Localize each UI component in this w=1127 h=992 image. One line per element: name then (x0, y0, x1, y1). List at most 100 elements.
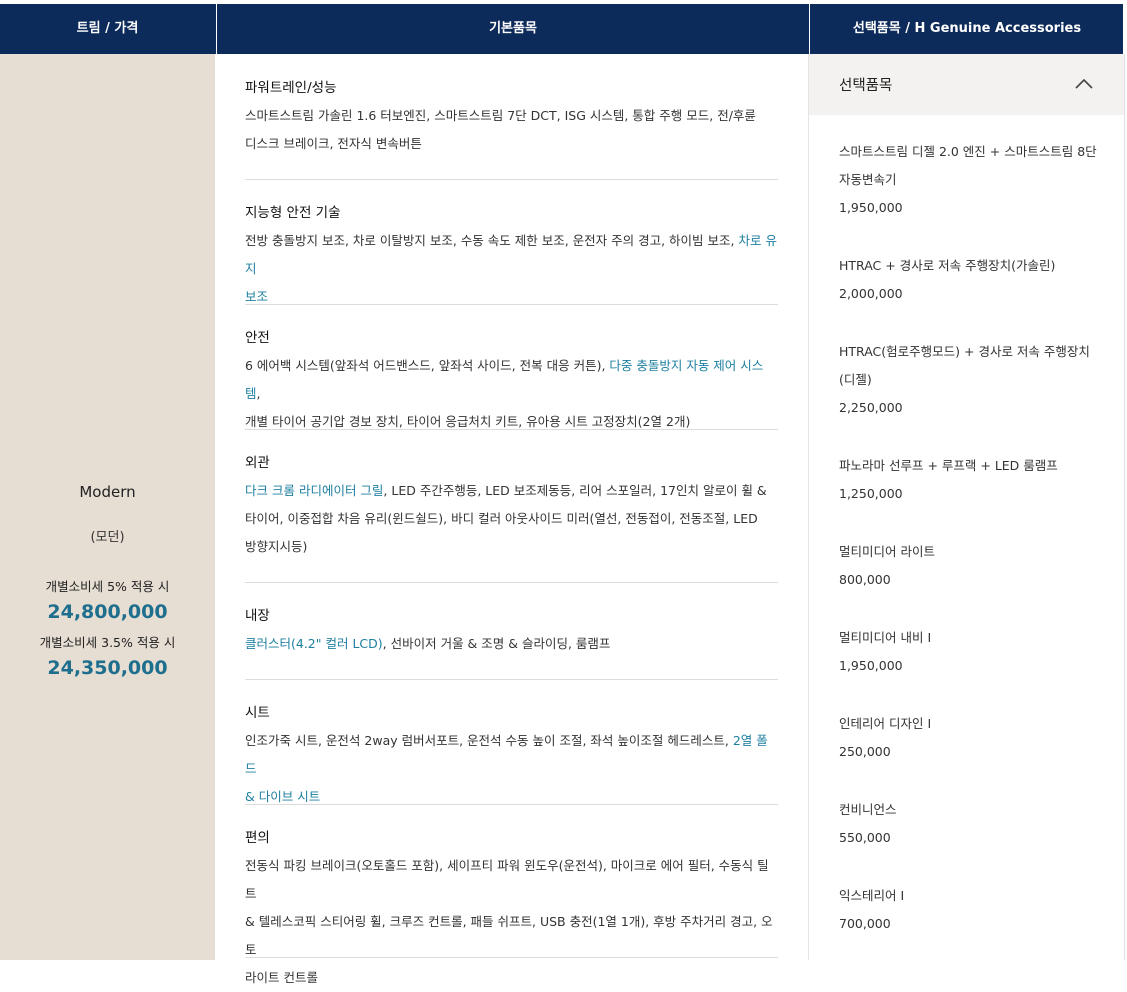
section-title: 편의 (245, 830, 270, 846)
feature-text: 디스크 브레이크, 전자식 변속버튼 (245, 136, 422, 151)
option-item[interactable]: 컨비니언스 550,000 (839, 796, 1099, 852)
option-price: 1,950,000 (839, 658, 903, 673)
option-price: 700,000 (839, 916, 891, 931)
section-body: 클러스터(4.2" 컬러 LCD), 선바이저 거울 & 조명 & 슬라이딩, … (245, 630, 778, 658)
highlighted-feature-link[interactable]: 보조 (245, 289, 268, 304)
price-5: 24,800,000 (47, 601, 168, 623)
section-line: 인조가죽 시트, 운전석 2way 럼버서포트, 운전석 수동 높이 조절, 좌… (245, 727, 778, 783)
option-price: 550,000 (839, 830, 891, 845)
header-options: 선택품목 / H Genuine Accessories (809, 4, 1124, 54)
option-item[interactable]: 스마트스트림 디젤 2.0 엔진 + 스마트스트림 8단자동변속기 1,950,0… (839, 138, 1099, 222)
option-name: 컨비니언스 (839, 802, 897, 817)
feature-text: 스마트스트림 가솔린 1.6 터보엔진, 스마트스트림 7단 DCT, ISG … (245, 108, 756, 123)
feature-text: 전동식 파킹 브레이크(오토홀드 포함), 세이프티 파워 윈도우(운전석), … (245, 858, 769, 901)
section-line: 방향지시등) (245, 533, 778, 561)
highlighted-feature-link[interactable]: & 다이브 시트 (245, 789, 320, 804)
price-3-5: 24,350,000 (47, 657, 168, 679)
section-divider (245, 679, 778, 680)
section-line: 다크 크롬 라디에이터 그릴, LED 주간주행등, LED 보조제동등, 리어… (245, 477, 778, 505)
option-item[interactable]: 멀티미디어 라이트 800,000 (839, 538, 1099, 594)
option-name: 인테리어 디자인 I (839, 716, 932, 731)
section-divider (245, 304, 778, 305)
option-item[interactable]: 익스테리어 I 700,000 (839, 882, 1099, 938)
section-title: 파워트레인/성능 (245, 80, 337, 96)
section-body: 인조가죽 시트, 운전석 2way 럼버서포트, 운전석 수동 높이 조절, 좌… (245, 727, 778, 811)
section-title: 안전 (245, 330, 270, 346)
options-title: 선택품목 (839, 78, 893, 94)
option-name: HTRAC + 경사로 저속 주행장치(가솔린) (839, 258, 1056, 273)
section-line: 클러스터(4.2" 컬러 LCD), 선바이저 거울 & 조명 & 슬라이딩, … (245, 630, 778, 658)
feature-text: 방향지시등) (245, 539, 308, 554)
options-column: 선택품목 스마트스트림 디젤 2.0 엔진 + 스마트스트림 8단자동변속기 1,… (808, 54, 1125, 960)
highlighted-feature-link[interactable]: 클러스터(4.2" 컬러 LCD) (245, 636, 383, 651)
feature-text: , LED 주간주행등, LED 보조제동등, 리어 스포일러, 17인치 알로… (383, 483, 767, 498)
option-item[interactable]: 파노라마 선루프 + 루프랙 + LED 룸램프 1,250,000 (839, 452, 1099, 508)
option-item[interactable]: HTRAC(험로주행모드) + 경사로 저속 주행장치 (디젤) 2,250,000 (839, 338, 1099, 422)
header-trim-price: 트림 / 가격 (76, 21, 139, 36)
base-section: 내장클러스터(4.2" 컬러 LCD), 선바이저 거울 & 조명 & 슬라이딩… (245, 606, 778, 658)
section-line: 보조 (245, 283, 778, 311)
option-name: 자동변속기 (839, 172, 897, 187)
trim-subtitle: (모던) (90, 530, 125, 545)
base-section: 외관 다크 크롬 라디에이터 그릴, LED 주간주행등, LED 보조제동등, … (245, 453, 778, 561)
option-name: (디젤) (839, 372, 872, 387)
section-line: 개별 타이어 공기압 경보 장치, 타이어 응급처치 키트, 유아용 시트 고정… (245, 408, 778, 436)
base-section: 시트인조가죽 시트, 운전석 2way 럼버서포트, 운전석 수동 높이 조절,… (245, 703, 778, 811)
section-divider (245, 957, 778, 958)
feature-text: 전방 충돌방지 보조, 차로 이탈방지 보조, 수동 속도 제한 보조, 운전자… (245, 233, 739, 248)
section-title: 시트 (245, 705, 270, 721)
section-body: 다크 크롬 라디에이터 그릴, LED 주간주행등, LED 보조제동등, 리어… (245, 477, 778, 561)
base-section: 편의전동식 파킹 브레이크(오토홀드 포함), 세이프티 파워 윈도우(운전석)… (245, 828, 778, 992)
option-name: 파노라마 선루프 + 루프랙 + LED 룸램프 (839, 458, 1058, 473)
feature-text: & 텔레스코픽 스티어링 휠, 크루즈 컨트롤, 패들 쉬프트, USB 충전(… (245, 914, 773, 957)
base-section: 안전 6 에어백 시스템(앞좌석 어드밴스드, 앞좌석 사이드, 전복 대응 커튼… (245, 328, 778, 436)
options-accordion-header[interactable]: 선택품목 (809, 54, 1124, 115)
feature-text: 6 에어백 시스템(앞좌석 어드밴스드, 앞좌석 사이드, 전복 대응 커튼), (245, 358, 610, 373)
section-line: 전방 충돌방지 보조, 차로 이탈방지 보조, 수동 속도 제한 보조, 운전자… (245, 227, 778, 283)
section-line: 6 에어백 시스템(앞좌석 어드밴스드, 앞좌석 사이드, 전복 대응 커튼),… (245, 352, 778, 408)
base-section: 파워트레인/성능스마트스트림 가솔린 1.6 터보엔진, 스마트스트림 7단 D… (245, 78, 778, 158)
option-price: 1,250,000 (839, 486, 903, 501)
option-name: 스마트스트림 디젤 2.0 엔진 + 스마트스트림 8단 (839, 144, 1097, 159)
feature-text: 인조가죽 시트, 운전석 2way 럼버서포트, 운전석 수동 높이 조절, 좌… (245, 733, 733, 748)
tax-label-5: 개별소비세 5% 적용 시 (45, 579, 170, 594)
feature-text: , 선바이저 거울 & 조명 & 슬라이딩, 룸램프 (382, 636, 611, 651)
feature-text: , (256, 386, 261, 401)
trim-column: Modern (모던) 개별소비세 5% 적용 시 24,800,000 개별소… (0, 54, 215, 960)
section-line: 라이트 컨트롤 (245, 964, 778, 992)
feature-text: 타이어, 이중접합 차음 유리(윈드쉴드), 바디 컬러 아웃사이드 미러(열선… (245, 511, 758, 526)
option-price: 2,000,000 (839, 286, 903, 301)
section-body: 6 에어백 시스템(앞좌석 어드밴스드, 앞좌석 사이드, 전복 대응 커튼),… (245, 352, 778, 436)
option-price: 2,250,000 (839, 400, 903, 415)
section-line: 타이어, 이중접합 차음 유리(윈드쉴드), 바디 컬러 아웃사이드 미러(열선… (245, 505, 778, 533)
option-price: 250,000 (839, 744, 891, 759)
section-divider (245, 804, 778, 805)
option-item[interactable]: 인테리어 디자인 I 250,000 (839, 710, 1099, 766)
section-body: 전동식 파킹 브레이크(오토홀드 포함), 세이프티 파워 윈도우(운전석), … (245, 852, 778, 992)
section-title: 내장 (245, 608, 270, 624)
option-item[interactable]: 멀티미디어 내비 I 1,950,000 (839, 624, 1099, 680)
option-name: 멀티미디어 내비 I (839, 630, 932, 645)
option-name: 멀티미디어 라이트 (839, 544, 935, 559)
option-price: 800,000 (839, 572, 891, 587)
section-divider (245, 582, 778, 583)
section-title: 지능형 안전 기술 (245, 205, 341, 221)
feature-text: 개별 타이어 공기압 경보 장치, 타이어 응급처치 키트, 유아용 시트 고정… (245, 414, 691, 429)
base-items-column: 파워트레인/성능스마트스트림 가솔린 1.6 터보엔진, 스마트스트림 7단 D… (215, 54, 808, 985)
chevron-up-icon[interactable] (1075, 78, 1093, 89)
table-header: 트림 / 가격 기본품목 선택품목 / H Genuine Accessorie… (0, 4, 1123, 54)
option-name: 익스테리어 I (839, 888, 905, 903)
option-price: 1,950,000 (839, 200, 903, 215)
spec-table: 트림 / 가격 기본품목 선택품목 / H Genuine Accessorie… (0, 0, 1127, 985)
section-divider (245, 429, 778, 430)
section-line: 스마트스트림 가솔린 1.6 터보엔진, 스마트스트림 7단 DCT, ISG … (245, 102, 778, 130)
highlighted-feature-link[interactable]: 다크 크롬 라디에이터 그릴 (245, 483, 383, 498)
section-line: 디스크 브레이크, 전자식 변속버튼 (245, 130, 778, 158)
section-line: & 다이브 시트 (245, 783, 778, 811)
header-base-items: 기본품목 (216, 4, 809, 54)
option-item[interactable]: HTRAC + 경사로 저속 주행장치(가솔린) 2,000,000 (839, 252, 1099, 308)
trim-name: Modern (79, 483, 136, 501)
tax-label-3-5: 개별소비세 3.5% 적용 시 (39, 635, 176, 650)
section-line: & 텔레스코픽 스티어링 휠, 크루즈 컨트롤, 패들 쉬프트, USB 충전(… (245, 908, 778, 964)
feature-text: 라이트 컨트롤 (245, 970, 318, 985)
